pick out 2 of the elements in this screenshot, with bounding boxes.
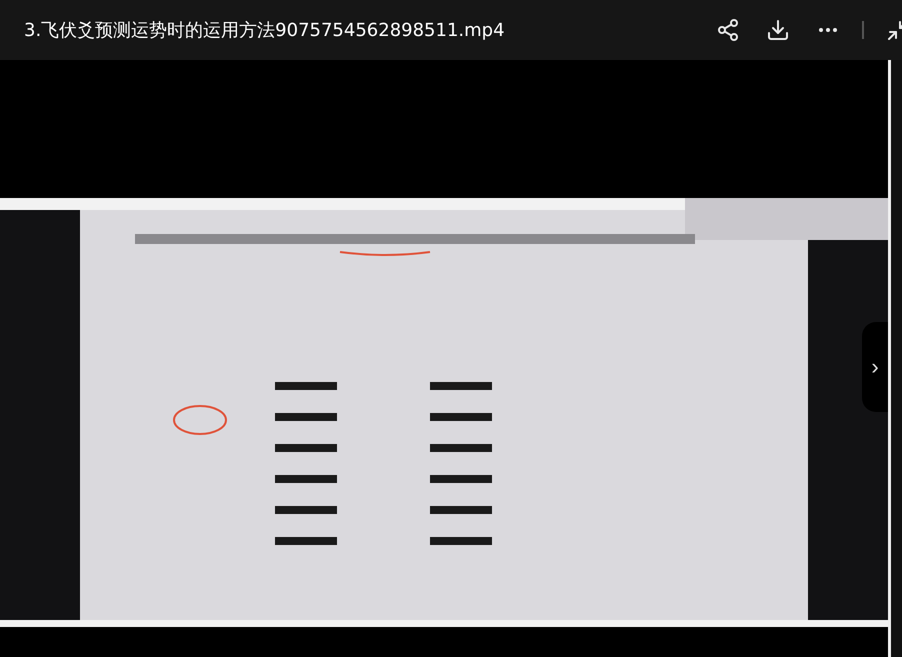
next-button[interactable]: › [862,322,888,412]
video-title: 3.飞伏爻预测运势时的运用方法9075754562898511.mp4 [24,19,506,42]
